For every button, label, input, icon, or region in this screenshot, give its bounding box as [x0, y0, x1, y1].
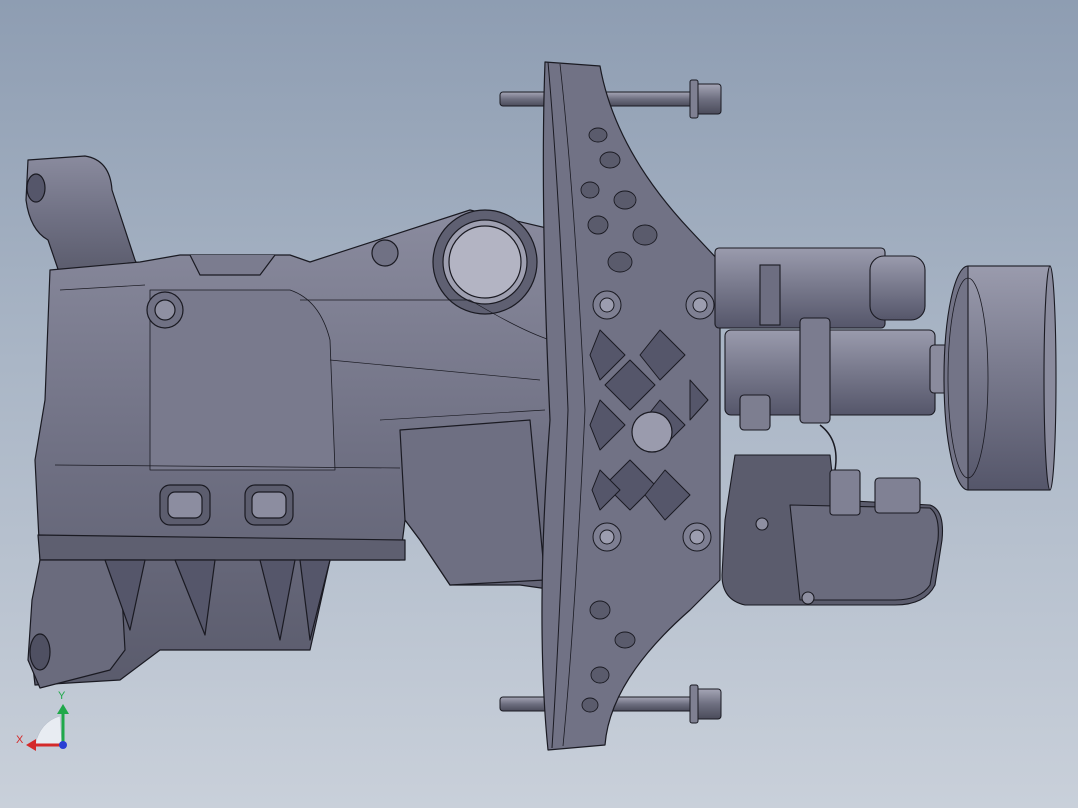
gearbox-housing[interactable]	[25, 155, 561, 689]
upper-mount-lug	[25, 155, 141, 276]
actuator-motor[interactable]	[714, 247, 1057, 491]
x-axis-label: X	[16, 734, 24, 746]
triad-view-cone	[34, 715, 63, 746]
coordinate-triad: Y X	[16, 690, 69, 751]
cad-viewport[interactable]: Y X	[0, 0, 1078, 808]
connector-block[interactable]	[721, 424, 944, 606]
mounting-flange[interactable]	[541, 61, 721, 751]
z-axis-icon	[59, 741, 67, 749]
y-axis-label: Y	[58, 690, 66, 702]
